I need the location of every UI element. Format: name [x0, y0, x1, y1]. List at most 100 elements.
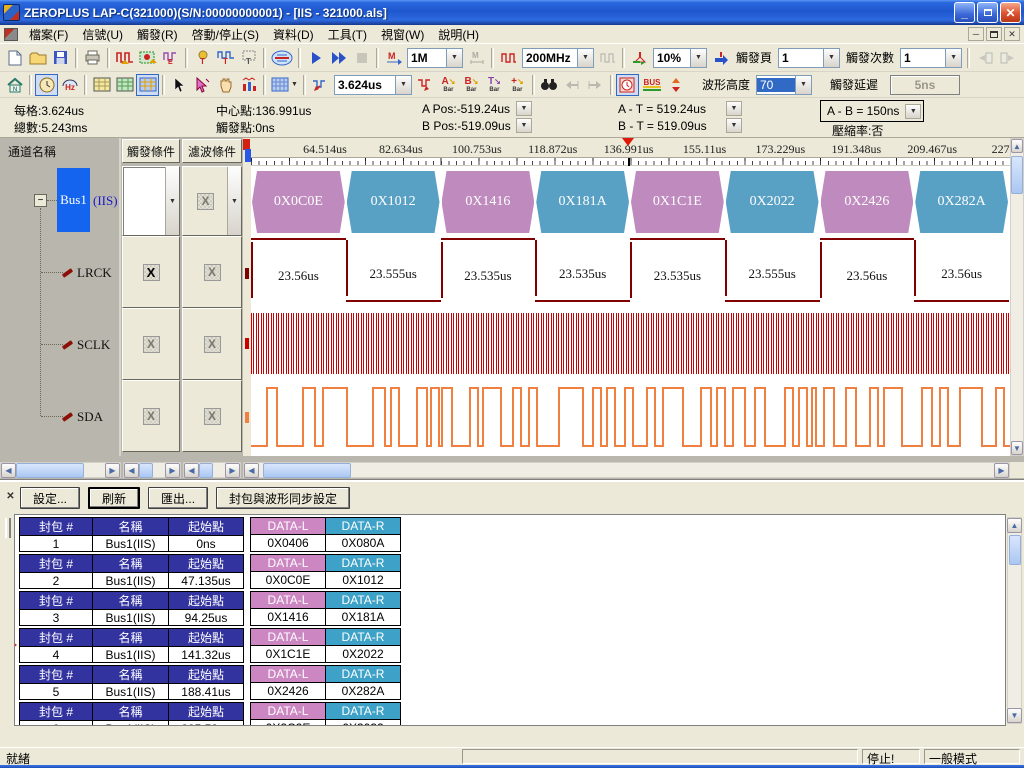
- packet-datal[interactable]: 0X1416: [251, 609, 326, 626]
- panel-close-button[interactable]: ✕: [4, 490, 17, 503]
- b-minus-t-dropdown[interactable]: ▼: [726, 118, 742, 133]
- next-page-button[interactable]: [996, 47, 1019, 69]
- scroll-down-button[interactable]: ▼: [1011, 441, 1023, 455]
- packet-list[interactable]: 封包 # 名稱 起始點 1 Bus1(IIS) 0ns DATA-L DATA-…: [14, 514, 1006, 726]
- b-bar-button[interactable]: B↘Bar: [460, 74, 483, 96]
- packet-data-value-row[interactable]: 0X1C1E 0X2022: [251, 646, 401, 663]
- menu-item[interactable]: 觸發(R): [130, 24, 185, 45]
- scroll-thumb[interactable]: [199, 463, 213, 478]
- open-file-button[interactable]: [26, 47, 49, 69]
- packet-value-row[interactable]: 4 Bus1(IIS) 141.32us: [20, 647, 244, 663]
- scroll-up-button[interactable]: ▲: [1011, 139, 1023, 153]
- packet-datar[interactable]: 0X181A: [326, 609, 401, 626]
- chevron-down-icon[interactable]: ▼: [291, 81, 298, 88]
- packet-num[interactable]: 3: [20, 610, 93, 626]
- document-icon[interactable]: [4, 28, 18, 41]
- new-file-button[interactable]: [3, 47, 26, 69]
- packet-start[interactable]: 94.25us: [169, 610, 244, 626]
- trigger-page-combo[interactable]: 1▼: [778, 48, 840, 68]
- scroll-thumb[interactable]: [1011, 156, 1023, 194]
- chevron-down-icon[interactable]: ▼: [577, 49, 593, 67]
- bus-analysis-button[interactable]: [269, 47, 295, 69]
- a-bar-button[interactable]: A↘Bar: [437, 74, 460, 96]
- packet-datar[interactable]: 0X282A: [326, 683, 401, 700]
- packet-group[interactable]: 封包 # 名稱 起始點 4 Bus1(IIS) 141.32us DATA-L …: [19, 628, 1001, 663]
- bus-value-cell[interactable]: 0X0C0E: [251, 171, 346, 233]
- packet-value-row[interactable]: 3 Bus1(IIS) 94.25us: [20, 610, 244, 626]
- packet-group[interactable]: 封包 # 名稱 起始點 2 Bus1(IIS) 47.135us DATA-L …: [19, 554, 1001, 589]
- memory-page-button[interactable]: M: [465, 47, 488, 69]
- save-file-button[interactable]: [49, 47, 72, 69]
- waveform-vertical-scrollbar[interactable]: ▲ ▼: [1010, 138, 1024, 456]
- find-prev-button[interactable]: [561, 74, 584, 96]
- packet-data-value-row[interactable]: 0X0C0E 0X1012: [251, 572, 401, 589]
- a-minus-t-dropdown[interactable]: ▼: [726, 101, 742, 116]
- packet-name[interactable]: Bus1(IIS): [93, 573, 169, 589]
- sclk-trigger-cell[interactable]: X: [122, 308, 180, 380]
- sample-rate-button[interactable]: [497, 47, 520, 69]
- chevron-down-icon[interactable]: ▼: [165, 167, 179, 235]
- packet-datal[interactable]: 0X0406: [251, 535, 326, 552]
- packet-data-value-row[interactable]: 0X0406 0X080A: [251, 535, 401, 552]
- signal-row-sclk[interactable]: SCLK: [62, 337, 110, 353]
- b-pos-dropdown[interactable]: ▼: [516, 118, 532, 133]
- time-div-combo[interactable]: 3.624us▼: [334, 75, 412, 95]
- trigger-cursor-button[interactable]: [414, 74, 437, 96]
- packet-datar[interactable]: 0X3032: [326, 720, 401, 727]
- time-mode-button[interactable]: [35, 74, 58, 96]
- pattern-display-button[interactable]: ▼: [269, 74, 300, 96]
- packet-data-value-row[interactable]: 0X2C2E 0X3032: [251, 720, 401, 727]
- scroll-thumb[interactable]: [1009, 535, 1021, 565]
- home-button[interactable]: N: [3, 74, 26, 96]
- packet-vertical-scrollbar[interactable]: ▲ ▼: [1007, 517, 1022, 724]
- minimize-button[interactable]: _: [954, 2, 975, 23]
- bus-waveform-row[interactable]: 0X0C0E0X10120X14160X181A0X1C1E0X20220X24…: [251, 166, 1010, 236]
- lrck-filter-cell[interactable]: X: [182, 236, 242, 308]
- bus-channel-type[interactable]: (IIS): [93, 193, 118, 209]
- trigger-wave-button[interactable]: T: [214, 47, 237, 69]
- zoom-wave-button[interactable]: [309, 74, 332, 96]
- frequency-mode-button[interactable]: Hz: [58, 74, 81, 96]
- packet-num[interactable]: 2: [20, 573, 93, 589]
- packet-value-row[interactable]: 5 Bus1(IIS) 188.41us: [20, 684, 244, 700]
- sda-waveform-row[interactable]: [251, 380, 1010, 456]
- select-cursor-button[interactable]: [168, 74, 191, 96]
- restore-button[interactable]: [977, 2, 998, 23]
- scroll-left-button[interactable]: ◀: [124, 463, 139, 478]
- prev-page-button[interactable]: [973, 47, 996, 69]
- a-minus-b-dropdown[interactable]: ▼: [905, 104, 921, 119]
- print-button[interactable]: [81, 47, 104, 69]
- start-button[interactable]: [304, 47, 327, 69]
- packet-name[interactable]: Bus1(IIS): [93, 684, 169, 700]
- bus-value-cell[interactable]: 0X181A: [535, 171, 630, 233]
- packet-data-value-row[interactable]: 0X2426 0X282A: [251, 683, 401, 700]
- packet-refresh-button[interactable]: 刷新: [88, 487, 140, 509]
- bus-view-button[interactable]: BUS: [639, 74, 665, 96]
- packet-name[interactable]: Bus1(IIS): [93, 647, 169, 663]
- packet-start[interactable]: 47.135us: [169, 573, 244, 589]
- noise-filter-button[interactable]: [616, 74, 639, 96]
- packet-datar[interactable]: 0X080A: [326, 535, 401, 552]
- sample-rate-combo[interactable]: 200MHz▼: [522, 48, 594, 68]
- tree-collapse-icon[interactable]: −: [34, 194, 47, 207]
- packet-value-row[interactable]: 1 Bus1(IIS) 0ns: [20, 536, 244, 552]
- multi-select-button[interactable]: [191, 74, 214, 96]
- add-bar-button[interactable]: +↘Bar: [506, 74, 529, 96]
- packet-group[interactable]: 封包 # 名稱 起始點 3 Bus1(IIS) 94.25us DATA-L D…: [19, 591, 1001, 626]
- packet-name[interactable]: Bus1(IIS): [93, 721, 169, 727]
- chevron-down-icon[interactable]: ▼: [823, 49, 839, 67]
- waveform-canvas[interactable]: 64.514us82.634us100.753us118.872us136.99…: [251, 138, 1010, 456]
- packet-name[interactable]: Bus1(IIS): [93, 610, 169, 626]
- menu-item[interactable]: 啓動/停止(S): [185, 24, 266, 45]
- packet-value-row[interactable]: 2 Bus1(IIS) 47.135us: [20, 573, 244, 589]
- bus-value-cell[interactable]: 0X1C1E: [630, 171, 725, 233]
- packet-start[interactable]: 141.32us: [169, 647, 244, 663]
- packet-num[interactable]: 1: [20, 536, 93, 552]
- scroll-left-button[interactable]: ◀: [244, 463, 259, 478]
- packet-num[interactable]: 5: [20, 684, 93, 700]
- packet-settings-button[interactable]: 設定...: [20, 487, 80, 509]
- trigger-delay-field[interactable]: 5ns: [890, 75, 960, 95]
- sda-trigger-cell[interactable]: X: [122, 380, 180, 452]
- waveform-hscrollbar[interactable]: ◀ ▶: [243, 462, 1010, 478]
- wave-height-combo[interactable]: 70▼: [756, 75, 812, 95]
